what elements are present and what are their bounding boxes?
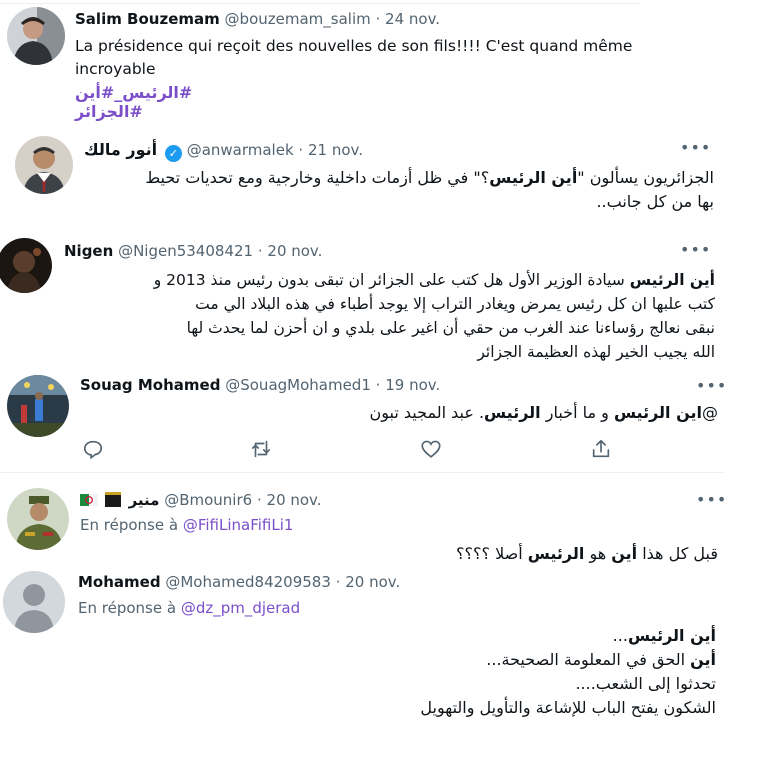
kaaba-icon (104, 492, 121, 507)
tweet-text: @اين الرئيس و ما أخبار الرئيس. عبد المجي… (80, 401, 719, 425)
author-handle[interactable]: @SouagMohamed1 (225, 376, 371, 394)
author-name[interactable]: Nigen (64, 242, 113, 260)
tweet-5[interactable]: منير @Bmounir6 · 20 nov. ••• En réponse … (0, 478, 730, 568)
reply-context: En réponse à @dz_pm_djerad (78, 599, 300, 617)
divider (0, 472, 725, 473)
tweet-text: La présidence qui reçoit des nouvelles d… (75, 35, 675, 81)
avatar[interactable] (0, 238, 52, 293)
algeria-flag-icon (80, 494, 98, 506)
highlighted-keyword: الرئيس (527, 544, 585, 563)
verified-badge-icon: ✓ (164, 145, 182, 162)
tweet-4[interactable]: Souag Mohamed @SouagMohamed1 · 19 nov. •… (0, 370, 730, 472)
retweet-icon[interactable] (250, 438, 272, 460)
tweet-3[interactable]: Nigen @Nigen53408421 · 20 nov. ••• أين ا… (0, 230, 730, 370)
author-handle[interactable]: @Nigen53408421 (118, 242, 253, 260)
avatar[interactable] (15, 136, 73, 194)
author-name[interactable]: منير (129, 491, 160, 509)
tweet-6[interactable]: Mohamed @Mohamed84209583 · 20 nov. En ré… (0, 568, 730, 768)
author-name[interactable]: أنور مالك (84, 140, 157, 159)
tweet-text-line: قبل كل هذا أين هو الرئيس أصلا ؟؟؟؟ (456, 544, 718, 563)
tweet-text: أين الرئيس سيادة الوزير الأول هل كتب على… (60, 268, 715, 364)
highlighted-keyword: اين الرئيس (613, 403, 702, 422)
tweet-text-line: بها من كل جانب.. (596, 192, 714, 211)
highlighted-keyword: أين الرئيس (489, 168, 578, 187)
tweet-text-line: أين الحق في المعلومة الصحيحة... (486, 650, 716, 669)
tweet-text-line: تحدثوا إلى الشعب.... (575, 674, 716, 693)
highlighted-keyword: أين (611, 544, 638, 563)
tweet-text-line: أين الرئيس... (612, 626, 716, 645)
reply-prefix: En réponse à (78, 599, 177, 617)
tweet-text-line: La présidence qui reçoit des nouvelles d… (75, 37, 633, 55)
more-options-icon[interactable]: ••• (696, 376, 727, 395)
reply-to-link[interactable]: @dz_pm_djerad (181, 599, 300, 617)
author-handle[interactable]: @Bmounir6 (164, 491, 252, 509)
share-icon[interactable] (590, 438, 612, 460)
tweet-date[interactable]: · 21 nov. (298, 141, 363, 159)
highlighted-keyword: أين (690, 650, 716, 669)
tweet-text-line: الله يجيب الخير لهذه العظيمة الجزائر (477, 343, 715, 361)
author-name[interactable]: Souag Mohamed (80, 376, 220, 394)
tweet-text-line: الجزائريون يسألون "أين الرئيس؟" في ظل أز… (145, 168, 714, 187)
tweet-1[interactable]: Salim Bouzemam @bouzemam_salim · 24 nov.… (0, 0, 730, 121)
more-options-icon[interactable]: ••• (680, 240, 711, 259)
divider (0, 3, 640, 4)
avatar[interactable] (3, 571, 65, 633)
reply-context: En réponse à @FifiLinaFifiLi1 (80, 516, 293, 534)
highlighted-keyword: أين الرئيس (627, 626, 716, 645)
reply-to-link[interactable]: @FifiLinaFifiLi1 (183, 516, 294, 534)
highlighted-keyword: أين الرئيس (629, 271, 715, 289)
reply-prefix: En réponse à (80, 516, 179, 534)
tweet-text: أين الرئيس... أين الحق في المعلومة الصحي… (78, 624, 716, 720)
tweet-text-line: كتب علبها ان كل رئيس يمرض ويغادر التراب … (195, 295, 715, 313)
like-icon[interactable] (420, 438, 442, 460)
avatar[interactable] (7, 375, 69, 437)
highlighted-keyword: الرئيس (484, 403, 541, 422)
author-handle[interactable]: @anwarmalek (187, 141, 294, 159)
tweet-text-line: نبقى نعالج رؤساءنا عند الغرب من حقي أن ا… (186, 319, 715, 337)
tweet-2[interactable]: أنور مالك ✓ @anwarmalek · 21 nov. ••• ال… (0, 110, 730, 230)
reply-icon[interactable] (82, 438, 104, 460)
tweet-date[interactable]: · 19 nov. (376, 376, 441, 394)
tweet-date[interactable]: · 20 nov. (336, 573, 401, 591)
author-name[interactable]: Salim Bouzemam (75, 10, 220, 28)
avatar[interactable] (7, 7, 65, 65)
tweet-text-line: @اين الرئيس و ما أخبار الرئيس. عبد المجي… (369, 403, 719, 422)
more-options-icon[interactable]: ••• (696, 490, 727, 509)
tweet-date[interactable]: · 20 nov. (257, 491, 322, 509)
tweet-text-line: أين الرئيس سيادة الوزير الأول هل كتب على… (153, 271, 715, 289)
tweet-text-line: incroyable (75, 60, 156, 78)
author-handle[interactable]: @Mohamed84209583 (165, 573, 331, 591)
author-handle[interactable]: @bouzemam_salim (225, 10, 371, 28)
tweet-date[interactable]: · 20 nov. (258, 242, 323, 260)
tweet-text: الجزائريون يسألون "أين الرئيس؟" في ظل أز… (84, 166, 714, 214)
tweet-actions (80, 438, 640, 462)
tweet-text: قبل كل هذا أين هو الرئيس أصلا ؟؟؟؟ (80, 542, 718, 566)
tweet-text-line: الشكون يفتح الباب للإشاعة والتأويل والته… (420, 698, 716, 717)
avatar[interactable] (7, 488, 69, 550)
more-options-icon[interactable]: ••• (680, 138, 711, 157)
tweet-date[interactable]: · 24 nov. (376, 10, 441, 28)
author-name[interactable]: Mohamed (78, 573, 161, 591)
